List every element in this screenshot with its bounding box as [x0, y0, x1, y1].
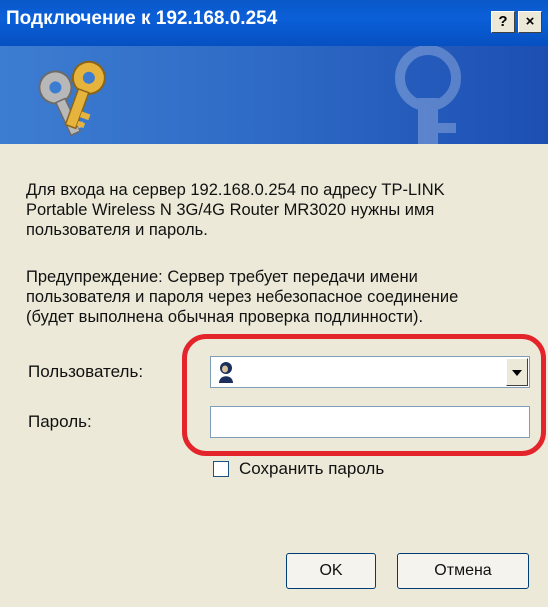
password-label: Пароль: [28, 412, 92, 431]
warning-line: пользователя и пароля через небезопасное… [26, 288, 459, 306]
remember-password-checkbox[interactable] [213, 461, 229, 477]
login-dialog: Подключение к 192.168.0.254 ? × Для вход… [0, 0, 548, 607]
message-text: Для входа на сервер 192.168.0.254 по адр… [26, 180, 445, 240]
message-line: Для входа на сервер 192.168.0.254 по адр… [26, 181, 445, 199]
remember-password-label[interactable]: Сохранить пароль [239, 459, 384, 479]
warning-line: (будет выполнена обычная проверка подлин… [26, 308, 424, 326]
username-label: Пользователь: [28, 362, 144, 381]
keys-watermark-icon [395, 46, 461, 144]
help-button[interactable]: ? [491, 11, 515, 33]
warning-text: Предупреждение: Сервер требует передачи … [26, 267, 458, 327]
red-highlight-outline [182, 334, 546, 456]
ok-button[interactable]: OK [286, 553, 376, 589]
close-button[interactable]: × [518, 11, 542, 33]
cancel-button[interactable]: Отмена [397, 553, 529, 589]
message-line: пользователя и пароль. [26, 221, 208, 239]
dialog-title: Подключение к 192.168.0.254 [6, 8, 278, 29]
warning-line: Предупреждение: Сервер требует передачи … [26, 268, 418, 286]
keys-icon [38, 60, 106, 136]
remember-password-row[interactable]: Сохранить пароль [213, 459, 384, 479]
message-line: Portable Wireless N 3G/4G Router MR3020 … [26, 201, 435, 219]
title-bar[interactable]: Подключение к 192.168.0.254 ? × [0, 0, 548, 46]
